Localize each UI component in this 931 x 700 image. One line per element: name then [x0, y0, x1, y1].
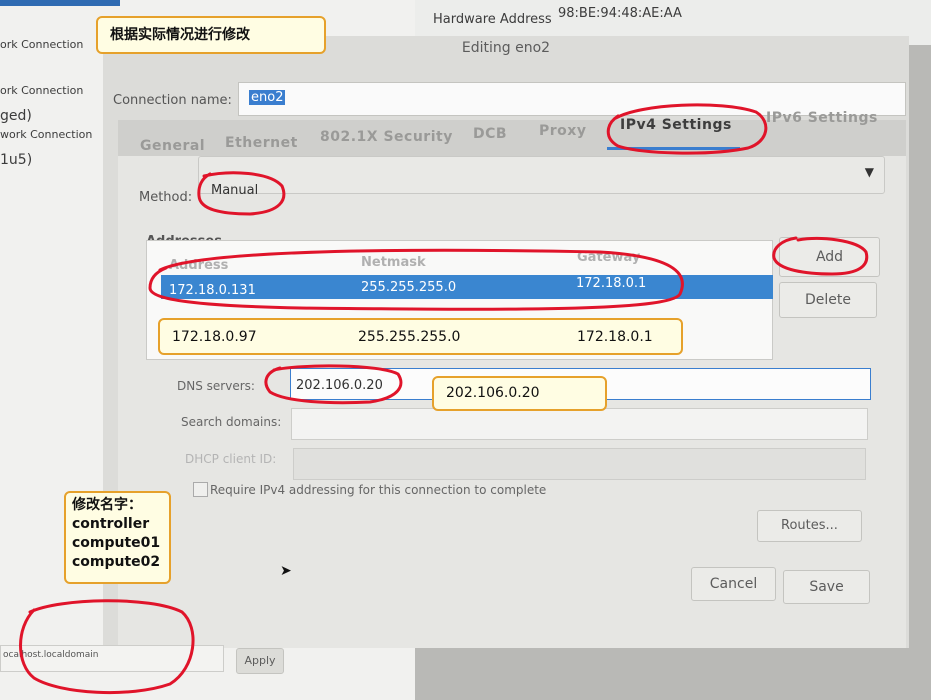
search-domains-label: Search domains: — [181, 415, 282, 429]
background-title-bar — [0, 0, 120, 6]
cancel-button[interactable]: Cancel — [691, 567, 776, 601]
sidebar-item-status: ged) — [0, 108, 32, 124]
tab-ipv6-settings[interactable]: IPv6 Settings — [766, 110, 878, 126]
method-select[interactable]: Manual ▼ — [198, 156, 885, 198]
method-value: Manual — [211, 183, 259, 198]
annotation-netmask: 255.255.255.0 — [358, 329, 461, 345]
annotation-address: 172.18.0.97 — [172, 329, 257, 345]
tab-proxy[interactable]: Proxy — [539, 123, 586, 139]
annotation-modify-note: 根据实际情况进行修改 — [96, 16, 326, 54]
annotation-rename-title: 修改名字： — [72, 497, 142, 513]
tab-ipv4-settings[interactable]: IPv4 Settings — [620, 117, 732, 133]
tab-8021x-security[interactable]: 802.1X Security — [320, 129, 453, 145]
column-header-netmask: Netmask — [361, 255, 426, 270]
annotation-name-compute02: compute02 — [72, 554, 161, 570]
dropdown-arrow-icon: ▼ — [864, 165, 874, 179]
netmask-cell[interactable]: 255.255.255.0 — [361, 280, 456, 295]
connection-name-value: eno2 — [249, 90, 286, 105]
sidebar-item-connection-3[interactable]: work Connection — [0, 128, 92, 141]
dns-servers-value: 202.106.0.20 — [296, 378, 383, 393]
settings-tabs: General Ethernet 802.1X Security DCB Pro… — [118, 110, 906, 156]
search-domains-input[interactable] — [291, 408, 868, 440]
active-tab-indicator — [607, 147, 740, 150]
table-row[interactable]: 172.18.0.131 255.255.255.0 172.18.0.1 — [161, 275, 773, 299]
dhcp-client-id-label: DHCP client ID: — [185, 452, 277, 466]
require-ipv4-label: Require IPv4 addressing for this connect… — [210, 483, 547, 497]
save-button[interactable]: Save — [783, 570, 870, 604]
method-label: Method: — [139, 190, 193, 205]
column-header-gateway: Gateway — [577, 250, 641, 265]
tab-ethernet[interactable]: Ethernet — [225, 135, 298, 151]
apply-button[interactable]: Apply — [236, 648, 284, 674]
sidebar-item-connection-2[interactable]: ork Connection — [0, 84, 83, 97]
annotation-name-compute01: compute01 — [72, 535, 161, 551]
sidebar-item-device: 1u5) — [0, 152, 33, 168]
annotation-gateway: 172.18.0.1 — [577, 329, 653, 345]
annotation-rename-note: 修改名字： controller compute01 compute02 — [64, 491, 171, 584]
connection-name-label: Connection name: — [113, 93, 232, 108]
annotation-dns-note: 202.106.0.20 — [432, 376, 607, 411]
tab-general[interactable]: General — [140, 138, 205, 154]
add-address-button[interactable]: Add — [779, 237, 880, 277]
hardware-address-value: 98:BE:94:48:AE:AA — [558, 6, 682, 21]
hostname-input[interactable]: ocalhost.localdomain — [0, 645, 224, 672]
routes-button[interactable]: Routes... — [757, 510, 862, 542]
sidebar-item-connection-1[interactable]: ork Connection — [0, 38, 83, 51]
delete-address-button[interactable]: Delete — [779, 282, 877, 318]
column-header-address: Address — [169, 258, 229, 273]
mouse-cursor-icon: ➤ — [280, 563, 292, 579]
require-ipv4-checkbox[interactable] — [193, 482, 208, 497]
annotation-name-controller: controller — [72, 516, 150, 532]
hardware-address-label: Hardware Address — [433, 12, 552, 27]
gateway-cell[interactable]: 172.18.0.1 — [576, 276, 646, 291]
dhcp-client-id-input — [293, 448, 866, 480]
hostname-value: ocalhost.localdomain — [3, 650, 99, 660]
tab-dcb[interactable]: DCB — [473, 126, 507, 142]
annotation-address-note: 172.18.0.97 255.255.255.0 172.18.0.1 — [158, 318, 683, 355]
address-cell[interactable]: 172.18.0.131 — [169, 283, 256, 298]
dns-servers-label: DNS servers: — [177, 379, 255, 393]
